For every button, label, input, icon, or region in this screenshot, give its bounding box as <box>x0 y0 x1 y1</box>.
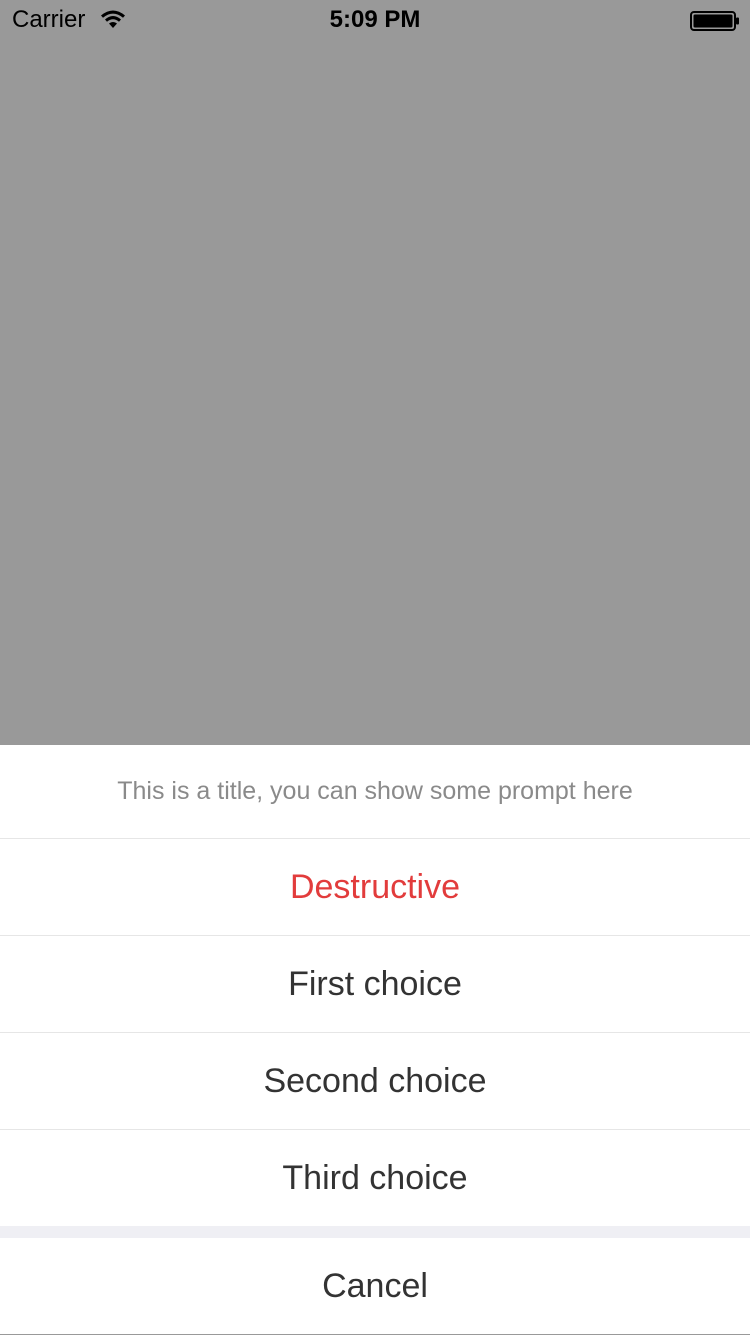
destructive-option[interactable]: Destructive <box>0 839 750 936</box>
status-time: 5:09 PM <box>329 6 421 33</box>
second-choice-option[interactable]: Second choice <box>0 1033 750 1130</box>
status-bar: Carrier 5:09 PM <box>0 0 750 40</box>
action-sheet: This is a title, you can show some promp… <box>0 745 750 1334</box>
third-choice-option[interactable]: Third choice <box>0 1130 750 1226</box>
battery-icon <box>690 11 739 31</box>
first-choice-option[interactable]: First choice <box>0 936 750 1033</box>
cancel-button[interactable]: Cancel <box>0 1238 750 1335</box>
cancel-separator <box>0 1226 750 1238</box>
action-sheet-title: This is a title, you can show some promp… <box>0 745 750 839</box>
dimmed-overlay[interactable] <box>0 40 750 745</box>
